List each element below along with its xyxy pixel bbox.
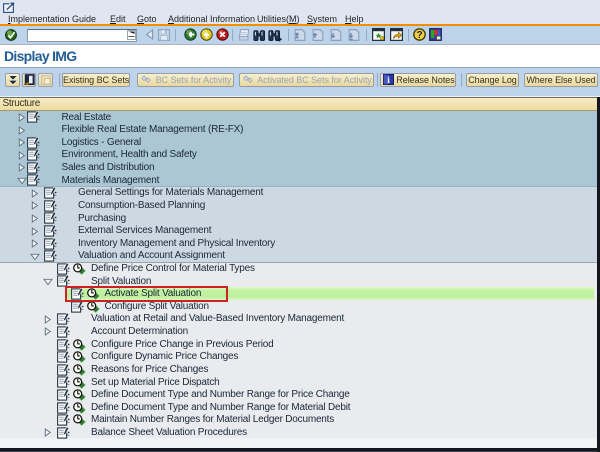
svg-text:?: ? <box>417 30 423 41</box>
svg-text:i: i <box>387 76 390 85</box>
